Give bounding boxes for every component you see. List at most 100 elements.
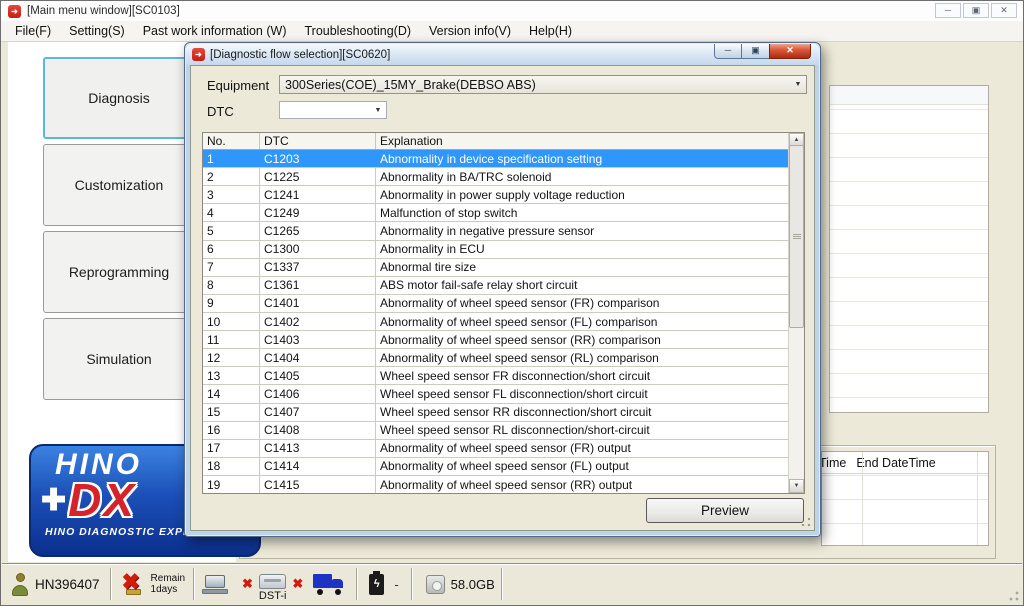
preview-button[interactable]: Preview: [646, 498, 804, 523]
menu-item[interactable]: Troubleshooting(D): [295, 22, 420, 40]
table-row[interactable]: 8C1361ABS motor fail-safe relay short ci…: [203, 277, 788, 295]
main-window: ➜ [Main menu window][SC0103] ─ ▣ ✕ File(…: [0, 0, 1024, 606]
menu-item[interactable]: Help(H): [520, 22, 581, 40]
table-row[interactable]: 7C1337Abnormal tire size: [203, 259, 788, 277]
cell-no: 19: [203, 476, 260, 493]
nav-button-simulation[interactable]: Simulation: [43, 318, 195, 400]
cell-dtc: C1408: [260, 422, 376, 439]
table-row[interactable]: 4C1249Malfunction of stop switch: [203, 204, 788, 222]
table-row[interactable]: 6C1300Abnormality in ECU: [203, 241, 788, 259]
table-scrollbar[interactable]: ▲ ▼: [788, 133, 804, 493]
dialog-minimize-button[interactable]: ─: [714, 44, 742, 59]
cell-dtc: C1300: [260, 241, 376, 258]
cell-exp: Abnormality in power supply voltage redu…: [376, 186, 788, 203]
dtc-combobox[interactable]: ▼: [279, 101, 387, 119]
table-row[interactable]: 19C1415Abnormality of wheel speed sensor…: [203, 476, 788, 493]
table-row[interactable]: 17C1413Abnormality of wheel speed sensor…: [203, 440, 788, 458]
cell-exp: Wheel speed sensor FR disconnection/shor…: [376, 367, 788, 384]
cell-exp: Malfunction of stop switch: [376, 204, 788, 221]
dtc-label: DTC: [207, 104, 234, 119]
cell-exp: Wheel speed sensor RL disconnection/shor…: [376, 422, 788, 439]
chevron-down-icon: ▼: [790, 81, 806, 88]
header-dtc: DTC: [260, 133, 376, 149]
cell-exp: Abnormality in ECU: [376, 241, 788, 258]
cell-exp: Abnormality in BA/TRC solenoid: [376, 168, 788, 185]
table-row[interactable]: 9C1401Abnormality of wheel speed sensor …: [203, 295, 788, 313]
dtc-table: No. DTC Explanation 1C1203Abnormality in…: [202, 132, 805, 494]
menu-item[interactable]: Version info(V): [420, 22, 520, 40]
pc-disconnected-icon: ✖: [242, 576, 253, 592]
minimize-button[interactable]: ─: [935, 3, 961, 18]
cell-no: 1: [203, 150, 260, 167]
dialog-close-button[interactable]: ✕: [769, 44, 811, 59]
cell-dtc: C1249: [260, 204, 376, 221]
table-row[interactable]: 13C1405Wheel speed sensor FR disconnecti…: [203, 367, 788, 385]
background-list-header: [830, 86, 988, 105]
vehicle-disconnected-icon: ✖: [292, 576, 303, 592]
table-row[interactable]: 16C1408Wheel speed sensor RL disconnecti…: [203, 422, 788, 440]
dtc-table-body: 1C1203Abnormality in device specificatio…: [203, 150, 788, 493]
scroll-down-icon[interactable]: ▼: [789, 479, 804, 493]
nav-button-column: DiagnosisCustomizationReprogrammingSimul…: [43, 57, 195, 405]
table-row[interactable]: 3C1241Abnormality in power supply voltag…: [203, 186, 788, 204]
divider: [411, 568, 412, 600]
cell-no: 18: [203, 458, 260, 475]
table-row[interactable]: 11C1403Abnormality of wheel speed sensor…: [203, 331, 788, 349]
nav-button-customization[interactable]: Customization: [43, 144, 195, 226]
scrollbar-thumb[interactable]: [789, 145, 804, 328]
cell-dtc: C1265: [260, 222, 376, 239]
menu-bar: File(F)Setting(S)Past work information (…: [1, 21, 1023, 42]
user-icon: [11, 573, 29, 596]
dialog-titlebar: ➜ [Diagnostic flow selection][SC0620] ─ …: [186, 44, 819, 65]
restore-button[interactable]: ▣: [963, 3, 989, 18]
window-resize-grip[interactable]: [1008, 590, 1020, 602]
cell-dtc: C1361: [260, 277, 376, 294]
cell-dtc: C1337: [260, 259, 376, 276]
header-no: No.: [203, 133, 260, 149]
menu-item[interactable]: Past work information (W): [134, 22, 296, 40]
cell-dtc: C1414: [260, 458, 376, 475]
table-row[interactable]: 18C1414Abnormality of wheel speed sensor…: [203, 458, 788, 476]
menu-item[interactable]: Setting(S): [60, 22, 134, 40]
cell-no: 14: [203, 385, 260, 402]
cell-dtc: C1241: [260, 186, 376, 203]
main-titlebar: ➜ [Main menu window][SC0103] ─ ▣ ✕: [1, 1, 1023, 21]
equipment-combobox[interactable]: 300Series(COE)_15MY_Brake(DEBSO ABS) ▼: [279, 75, 807, 94]
chevron-down-icon: ▼: [370, 107, 386, 114]
cell-exp: Abnormality in device specification sett…: [376, 150, 788, 167]
table-row[interactable]: 10C1402Abnormality of wheel speed sensor…: [203, 313, 788, 331]
close-button[interactable]: ✕: [991, 3, 1017, 18]
cell-exp: Abnormality of wheel speed sensor (RL) c…: [376, 349, 788, 366]
divider: [110, 568, 111, 600]
remain-label: Remain: [151, 573, 185, 584]
table-row[interactable]: 2C1225Abnormality in BA/TRC solenoid: [203, 168, 788, 186]
nav-button-diagnosis[interactable]: Diagnosis: [43, 57, 195, 139]
dialog-maximize-button[interactable]: ▣: [742, 44, 769, 59]
nav-button-reprogramming[interactable]: Reprogramming: [43, 231, 195, 313]
cell-exp: Abnormality of wheel speed sensor (FL) c…: [376, 313, 788, 330]
divider: [193, 568, 194, 600]
cell-no: 4: [203, 204, 260, 221]
pc-icon: [202, 575, 228, 594]
table-row[interactable]: 14C1406Wheel speed sensor FL disconnecti…: [203, 385, 788, 403]
cell-dtc: C1413: [260, 440, 376, 457]
dtc-table-header: No. DTC Explanation: [203, 133, 788, 150]
table-row[interactable]: 1C1203Abnormality in device specificatio…: [203, 150, 788, 168]
history-col-end-datetime: End DateTime: [856, 456, 935, 470]
cell-no: 16: [203, 422, 260, 439]
equipment-label: Equipment: [207, 78, 269, 93]
cell-dtc: C1405: [260, 367, 376, 384]
table-row[interactable]: 12C1404Abnormality of wheel speed sensor…: [203, 349, 788, 367]
cell-exp: ABS motor fail-safe relay short circuit: [376, 277, 788, 294]
dialog-resize-grip[interactable]: [801, 517, 811, 527]
dsti-label: DST-i: [259, 590, 287, 602]
table-row[interactable]: 5C1265Abnormality in negative pressure s…: [203, 222, 788, 240]
cell-no: 15: [203, 404, 260, 421]
cell-dtc: C1404: [260, 349, 376, 366]
disk-space: 58.0GB: [451, 577, 495, 592]
menu-item[interactable]: File(F): [6, 22, 60, 40]
logo-product-text: DX: [68, 473, 136, 527]
table-row[interactable]: 15C1407Wheel speed sensor RR disconnecti…: [203, 404, 788, 422]
cell-exp: Abnormality of wheel speed sensor (RR) c…: [376, 331, 788, 348]
remain-days: 1days: [151, 584, 185, 595]
